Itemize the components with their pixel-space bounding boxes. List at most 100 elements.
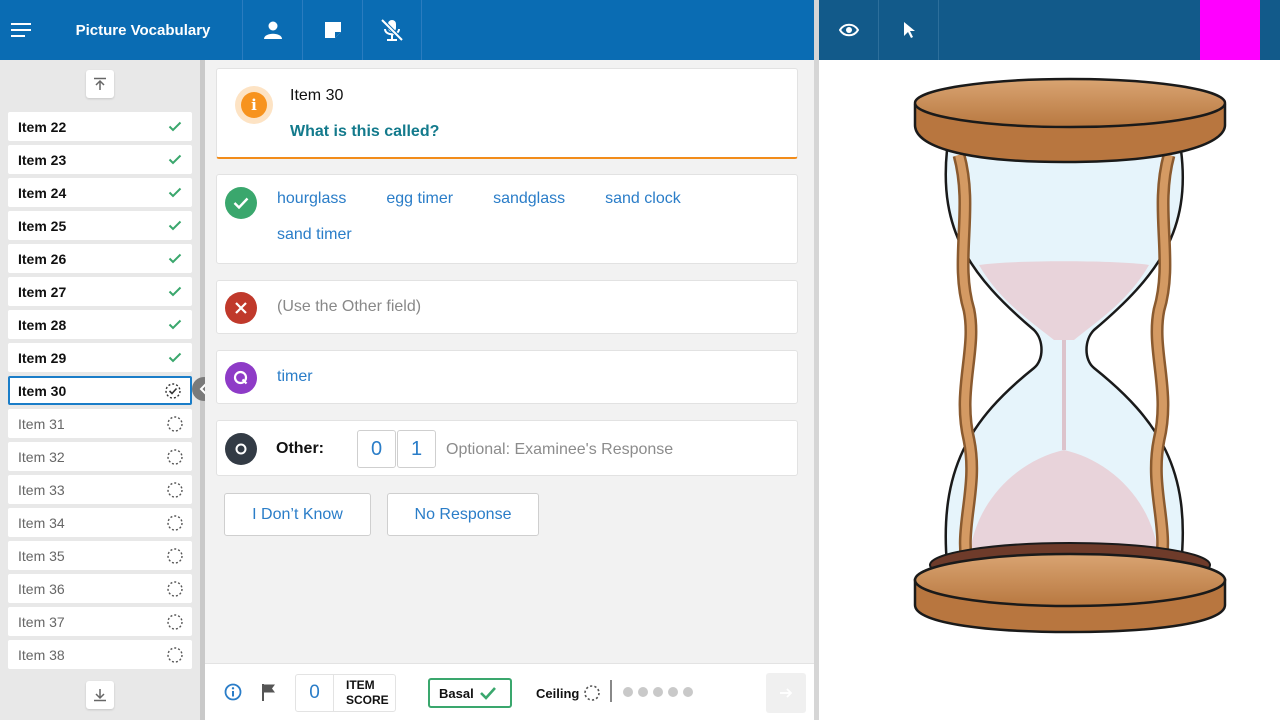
sidebar-item-label: Item 33 bbox=[18, 481, 65, 498]
app-title: Picture Vocabulary bbox=[75, 21, 211, 39]
pending-icon bbox=[164, 644, 186, 666]
flag-icon bbox=[262, 684, 275, 701]
arrow-up-to-line-icon bbox=[94, 77, 106, 90]
sidebar-item-label: Item 34 bbox=[18, 514, 65, 531]
dashed-circle-icon bbox=[584, 685, 601, 701]
item-score-label: ITEM SCORE bbox=[334, 675, 389, 711]
sidebar-item[interactable]: Item 29 bbox=[8, 343, 192, 372]
note-icon bbox=[324, 22, 341, 38]
question-text: What is this called? bbox=[290, 123, 440, 140]
notes-button[interactable] bbox=[302, 0, 362, 60]
progress-dots bbox=[623, 687, 693, 697]
dont-know-button[interactable]: I Don’t Know bbox=[224, 493, 371, 536]
scroll-to-bottom-button[interactable] bbox=[86, 681, 114, 709]
incorrect-responses-card: (Use the Other field) bbox=[216, 280, 798, 334]
score-0-button[interactable]: 0 bbox=[357, 430, 396, 468]
query-responses-card: timer bbox=[216, 350, 798, 404]
sidebar-item-label: Item 26 bbox=[18, 250, 67, 267]
sidebar-item-label: Item 22 bbox=[18, 118, 67, 135]
correct-answer[interactable]: hourglass bbox=[277, 189, 346, 208]
score-1-button[interactable]: 1 bbox=[397, 430, 436, 468]
cursor-icon bbox=[903, 22, 915, 38]
basal-label: Basal bbox=[439, 685, 474, 701]
pointer-button[interactable] bbox=[879, 0, 939, 60]
correct-answer[interactable]: egg timer bbox=[386, 189, 453, 208]
in-progress-icon bbox=[162, 380, 184, 402]
sidebar-item[interactable]: Item 22 bbox=[8, 112, 192, 141]
main-panel: i Item 30 What is this called? hourglass… bbox=[205, 60, 814, 663]
info-button[interactable] bbox=[224, 683, 242, 706]
query-q-icon bbox=[225, 362, 257, 394]
bottom-bar: 0 ITEM SCORE Basal Ceiling bbox=[205, 663, 814, 720]
sidebar-item[interactable]: Item 23 bbox=[8, 145, 192, 174]
sidebar-item-label: Item 27 bbox=[18, 283, 67, 300]
examinee-response-input[interactable] bbox=[446, 439, 786, 461]
sidebar-item-label: Item 23 bbox=[18, 151, 67, 168]
sidebar-item[interactable]: Item 36 bbox=[8, 574, 192, 603]
other-response-card: Other: 0 1 bbox=[216, 420, 798, 476]
sidebar-item[interactable]: Item 34 bbox=[8, 508, 192, 537]
prompt-card: i Item 30 What is this called? bbox=[216, 68, 798, 159]
hourglass-image bbox=[913, 77, 1227, 634]
sidebar-item-label: Item 31 bbox=[18, 415, 65, 432]
sidebar-item[interactable]: Item 37 bbox=[8, 607, 192, 636]
progress-dot bbox=[668, 687, 678, 697]
pending-icon bbox=[164, 611, 186, 633]
sidebar-item-label: Item 25 bbox=[18, 217, 67, 234]
menu-icon bbox=[11, 23, 31, 37]
check-icon bbox=[164, 347, 186, 369]
correct-answers-list: hourglass egg timer sandglass sand clock… bbox=[277, 189, 777, 244]
check-icon bbox=[164, 281, 186, 303]
sidebar-item[interactable]: Item 38 bbox=[8, 640, 192, 669]
sidebar-item-label: Item 35 bbox=[18, 547, 65, 564]
sidebar-item[interactable]: Item 35 bbox=[8, 541, 192, 570]
other-o-icon bbox=[225, 433, 257, 465]
sidebar-item[interactable]: Item 30 bbox=[8, 376, 192, 405]
check-icon bbox=[164, 182, 186, 204]
sidebar-item[interactable]: Item 25 bbox=[8, 211, 192, 240]
eye-icon bbox=[838, 23, 859, 37]
preview-button[interactable] bbox=[819, 0, 879, 60]
microphone-button[interactable] bbox=[362, 0, 422, 60]
sidebar-item[interactable]: Item 26 bbox=[8, 244, 192, 273]
next-item-button[interactable] bbox=[766, 673, 806, 713]
menu-button[interactable] bbox=[0, 0, 44, 60]
item-list: Item 22 Item 23 Item 24 Item 25 Item 26 Item … bbox=[0, 104, 200, 672]
sidebar-item[interactable]: Item 24 bbox=[8, 178, 192, 207]
correct-answer[interactable]: sand clock bbox=[605, 189, 681, 208]
color-marker bbox=[1200, 0, 1260, 60]
info-icon: i bbox=[241, 92, 267, 118]
sidebar-item[interactable]: Item 33 bbox=[8, 475, 192, 504]
item-title: Item 30 bbox=[290, 87, 344, 104]
item-score-value: 0 bbox=[296, 675, 334, 711]
check-icon bbox=[164, 248, 186, 270]
sidebar-item[interactable]: Item 32 bbox=[8, 442, 192, 471]
sidebar-item[interactable]: Item 31 bbox=[8, 409, 192, 438]
examinee-button[interactable] bbox=[242, 0, 302, 60]
correct-check-icon bbox=[225, 187, 257, 219]
flag-button[interactable] bbox=[260, 682, 278, 707]
sidebar-item[interactable]: Item 27 bbox=[8, 277, 192, 306]
incorrect-x-icon bbox=[225, 292, 257, 324]
sidebar-item-label: Item 32 bbox=[18, 448, 65, 465]
check-icon bbox=[164, 149, 186, 171]
microphone-off-icon bbox=[380, 18, 404, 42]
no-response-button[interactable]: No Response bbox=[387, 493, 539, 536]
pending-icon bbox=[164, 578, 186, 600]
progress-dot bbox=[653, 687, 663, 697]
ceiling-label: Ceiling bbox=[536, 685, 580, 701]
scroll-to-top-button[interactable] bbox=[86, 70, 114, 98]
sidebar-item-label: Item 28 bbox=[18, 316, 67, 333]
query-answer[interactable]: timer bbox=[277, 368, 313, 386]
check-icon bbox=[164, 116, 186, 138]
info-badge: i bbox=[235, 86, 273, 124]
other-label: Other: bbox=[276, 440, 324, 457]
check-icon bbox=[164, 314, 186, 336]
correct-answer[interactable]: sandglass bbox=[493, 189, 565, 208]
divider bbox=[610, 680, 612, 702]
sidebar-item[interactable]: Item 28 bbox=[8, 310, 192, 339]
item-score-label-line1: ITEM bbox=[346, 678, 375, 692]
sidebar-item-label: Item 36 bbox=[18, 580, 65, 597]
correct-answer[interactable]: sand timer bbox=[277, 225, 352, 244]
pending-icon bbox=[164, 413, 186, 435]
